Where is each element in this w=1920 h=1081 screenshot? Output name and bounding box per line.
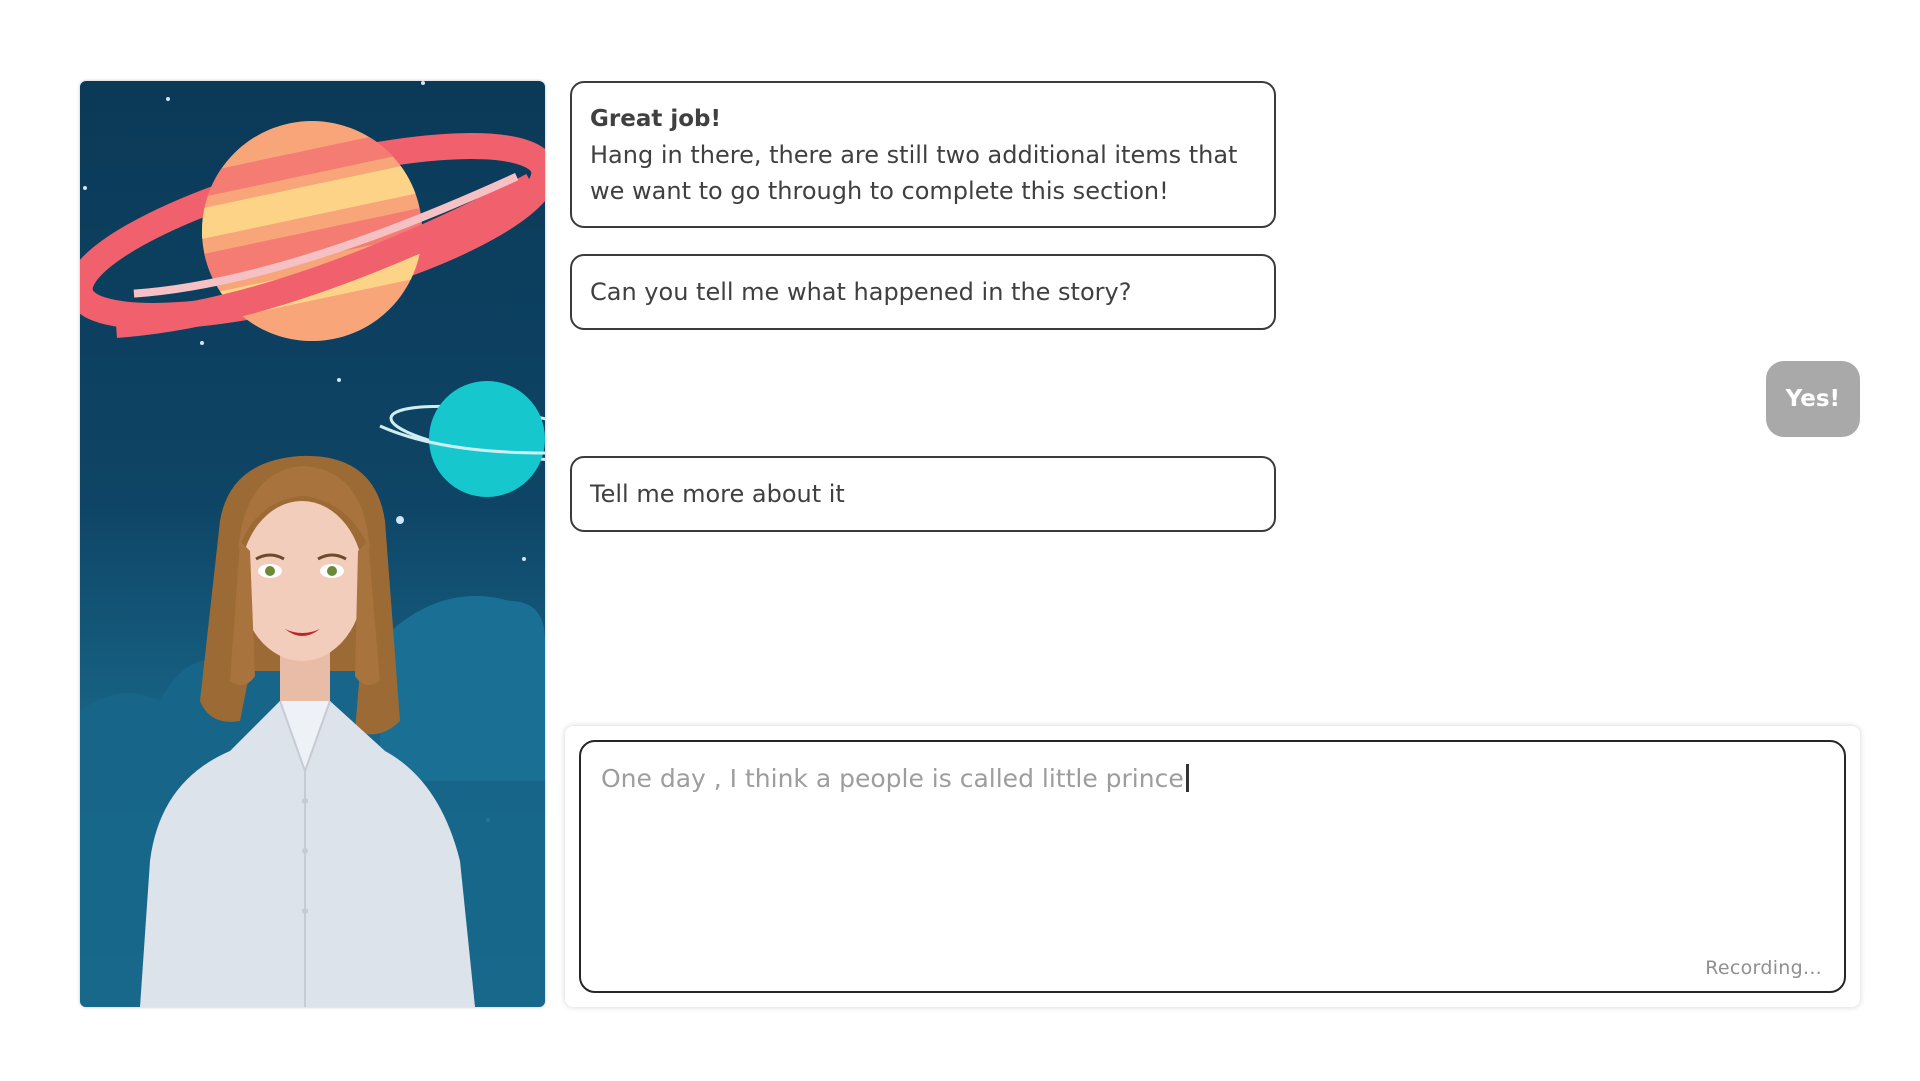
avatar-panel [80, 81, 545, 1007]
composer-panel: One day , I think a people is called lit… [565, 726, 1860, 1007]
recording-status: Recording... [1705, 957, 1822, 979]
bot-message: Great job! Hang in there, there are stil… [570, 81, 1276, 228]
user-message: Yes! [1765, 361, 1860, 437]
bot-message-title: Great job! [590, 106, 721, 132]
avatar-illustration [80, 81, 545, 1007]
bot-message: Tell me more about it [570, 456, 1276, 532]
bot-message-line: Hang in there, there are still two addit… [590, 141, 1238, 169]
response-input[interactable]: One day , I think a people is called lit… [579, 740, 1846, 993]
response-input-text[interactable]: One day , I think a people is called lit… [601, 760, 1824, 798]
bot-message-text: Tell me more about it [590, 480, 845, 508]
bot-message-text: Can you tell me what happened in the sto… [590, 278, 1132, 306]
text-caret [1185, 764, 1189, 792]
chat-area: Great job! Hang in there, there are stil… [570, 81, 1860, 721]
response-input-value: One day , I think a people is called lit… [601, 764, 1184, 793]
bot-message-line: we want to go through to complete this s… [590, 177, 1169, 205]
bot-message: Can you tell me what happened in the sto… [570, 254, 1276, 330]
